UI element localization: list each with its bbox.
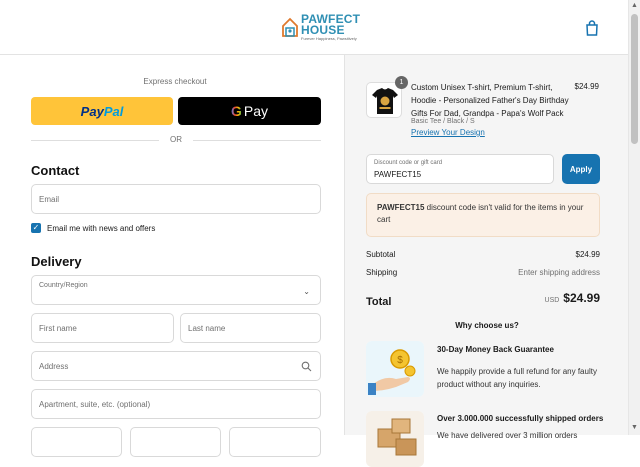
address-placeholder: Address <box>39 362 69 371</box>
site-header: PAWFECT HOUSE Furever Happiness, Pawsiti… <box>0 0 628 55</box>
country-label: Country/Region <box>39 282 88 289</box>
warning-code: PAWFECT15 <box>377 203 425 212</box>
last-name-placeholder: Last name <box>188 324 226 333</box>
pawfect-house-logo[interactable]: PAWFECT HOUSE Furever Happiness, Pawsiti… <box>281 13 360 41</box>
or-divider: OR <box>31 134 321 146</box>
total-row: Total USD $24.99 <box>366 291 600 310</box>
coin-hand-icon: $ <box>366 341 424 397</box>
house-logo-icon <box>282 17 298 37</box>
benefit-desc-2: We have delivered over 3 million orders <box>437 431 578 440</box>
scrollbar-thumb[interactable] <box>631 14 638 144</box>
shipped-orders-image <box>366 411 424 467</box>
product-price: $24.99 <box>574 82 599 91</box>
benefit-desc-1: We happily provide a full refund for any… <box>437 367 597 389</box>
order-summary-panel: 1 Custom Unisex T-shirt, Premium T-shirt… <box>344 55 628 467</box>
discount-warning: PAWFECT15 discount code isn't valid for … <box>366 193 600 237</box>
address-field[interactable]: Address <box>31 351 321 381</box>
svg-text:$: $ <box>397 355 403 366</box>
or-line-right <box>193 140 321 141</box>
boxes-icon <box>366 411 424 467</box>
paypal-button[interactable]: Pay Pal <box>31 97 173 125</box>
country-select[interactable]: Country/Region ⌄ <box>31 275 321 305</box>
apply-button[interactable]: Apply <box>562 154 600 184</box>
email-placeholder: Email <box>39 195 60 204</box>
scroll-up-arrow-icon[interactable]: ▲ <box>631 2 638 9</box>
product-variant: Basic Tee / Black / S <box>411 118 475 125</box>
newsletter-label: Email me with news and offers <box>47 223 156 233</box>
benefit-title-2: Over 3.000.000 successfully shipped orde… <box>437 414 604 423</box>
delivery-heading: Delivery <box>31 254 82 269</box>
apartment-placeholder: Apartment, suite, etc. (optional) <box>39 400 151 409</box>
preview-design-link[interactable]: Preview Your Design <box>411 128 485 137</box>
google-g-icon: G <box>230 103 242 119</box>
newsletter-checkbox-row[interactable]: ✓ Email me with news and offers <box>31 223 155 233</box>
contact-heading: Contact <box>31 163 80 178</box>
tshirt-image <box>372 88 398 114</box>
state-field[interactable] <box>130 427 221 457</box>
email-field[interactable]: Email <box>31 184 321 214</box>
chevron-down-icon: ⌄ <box>303 287 310 296</box>
last-name-field[interactable]: Last name <box>180 313 321 343</box>
total-value: $24.99 <box>563 291 600 305</box>
benefit-title-1: 30-Day Money Back Guarantee <box>437 345 554 354</box>
discount-code-field[interactable]: Discount code or gift card PAWFECT15 <box>366 154 554 184</box>
logo-tagline: Furever Happiness, Pawsitively <box>301 36 357 41</box>
shipping-label: Shipping <box>366 268 398 277</box>
scroll-down-arrow-icon[interactable]: ▼ <box>631 424 638 431</box>
discount-label: Discount code or gift card <box>374 160 443 166</box>
money-back-image: $ <box>366 341 424 397</box>
zip-field[interactable] <box>229 427 321 457</box>
product-title: Custom Unisex T-shirt, Premium T-shirt, … <box>411 83 569 118</box>
quantity-badge: 1 <box>395 76 408 89</box>
page-scrollbar[interactable]: ▲ ▼ <box>628 0 640 435</box>
first-name-placeholder: First name <box>39 324 77 333</box>
google-pay-button[interactable]: G Pay <box>178 97 321 125</box>
subtotal-row: Subtotal $24.99 <box>366 250 600 259</box>
paypal-label-pal: Pal <box>103 103 124 119</box>
paypal-label-pay: Pay <box>80 103 104 119</box>
first-name-field[interactable]: First name <box>31 313 174 343</box>
newsletter-checkbox[interactable]: ✓ <box>31 223 41 233</box>
checkout-form-panel: Express checkout Pay Pal G Pay OR Contact… <box>0 55 344 457</box>
total-currency: USD <box>544 297 560 304</box>
apartment-field[interactable]: Apartment, suite, etc. (optional) <box>31 389 321 419</box>
shipping-row: Shipping Enter shipping address <box>366 268 600 277</box>
discount-value: PAWFECT15 <box>374 170 422 179</box>
subtotal-label: Subtotal <box>366 250 396 259</box>
why-choose-us-heading: Why choose us? <box>455 321 519 330</box>
subtotal-value: $24.99 <box>575 250 600 259</box>
shipping-value: Enter shipping address <box>518 268 600 277</box>
search-icon <box>301 361 312 372</box>
total-label: Total <box>366 296 392 308</box>
shopping-bag-icon[interactable] <box>585 20 599 36</box>
city-field[interactable] <box>31 427 122 457</box>
express-checkout-label: Express checkout <box>143 77 207 86</box>
gpay-label: Pay <box>243 103 268 119</box>
